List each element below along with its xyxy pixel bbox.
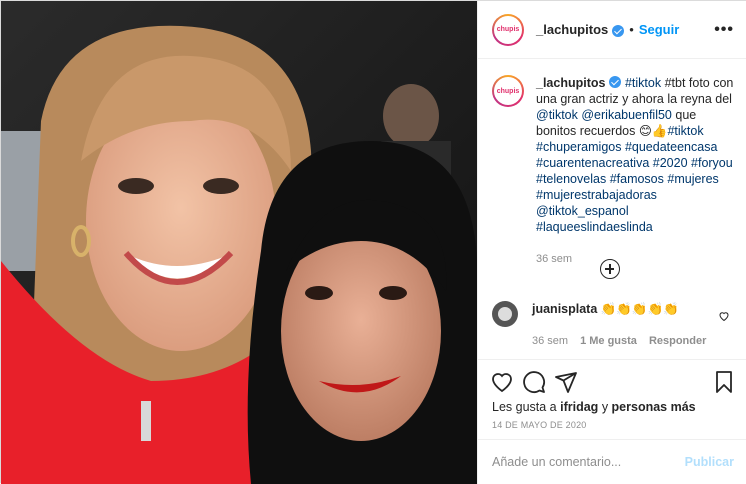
publish-button[interactable]: Publicar [685, 455, 734, 469]
hashtag[interactable]: #mujerestrabajadoras [536, 188, 657, 202]
post-details-panel: chupis _lachupitos • Seguir ••• chupis _… [477, 1, 746, 484]
comment-body: juanisplata 👏👏👏👏👏 36 sem 1 Me gusta Resp… [532, 301, 706, 349]
hashtag[interactable]: #chuperamigos [536, 140, 621, 154]
selfie-image [1, 1, 477, 484]
others-link[interactable]: personas más [612, 400, 696, 414]
comments-section: chupis _lachupitos #tiktok #tbt foto con… [478, 59, 746, 359]
verified-badge-icon [612, 24, 625, 37]
like-heart-icon[interactable] [490, 370, 514, 394]
caption-age[interactable]: 36 sem [536, 251, 736, 267]
caption-emoji: 😊👍 [638, 124, 668, 138]
comment-age[interactable]: 36 sem [532, 333, 568, 349]
post-header: chupis _lachupitos • Seguir ••• [478, 1, 746, 59]
post-photo[interactable] [1, 1, 477, 484]
commenter-avatar[interactable] [492, 301, 518, 327]
liked-by-user[interactable]: ifridag [560, 400, 598, 414]
caption-avatar-logo: chupis [494, 77, 522, 105]
post-date[interactable]: 14 DE MAYO DE 2020 [492, 420, 586, 430]
caption-username[interactable]: _lachupitos [536, 76, 605, 90]
mention[interactable]: @tiktok_espanol [536, 204, 629, 218]
comment-input[interactable] [492, 455, 685, 469]
hashtag[interactable]: #foryou [691, 156, 733, 170]
mention-tiktok[interactable]: @tiktok [536, 108, 578, 122]
instagram-post: chupis _lachupitos • Seguir ••• chupis _… [0, 0, 746, 484]
likes-summary: Les gusta a ifridag y personas más [492, 400, 696, 414]
separator-dot: • [629, 22, 634, 37]
load-more-comments-icon[interactable] [600, 259, 620, 279]
hashtag[interactable]: #tiktok [625, 76, 661, 90]
like-comment-heart-icon[interactable] [718, 310, 730, 322]
reply-button[interactable]: Responder [649, 333, 706, 349]
comment-meta: 36 sem 1 Me gusta Responder [532, 333, 706, 349]
likes-prefix: Les gusta a [492, 400, 557, 414]
hashtag[interactable]: #mujeres [667, 172, 718, 186]
commenter-username[interactable]: juanisplata [532, 302, 597, 316]
caption: chupis _lachupitos #tiktok #tbt foto con… [492, 75, 738, 267]
hashtag[interactable]: #quedateencasa [625, 140, 717, 154]
more-options-icon[interactable]: ••• [714, 21, 734, 39]
save-bookmark-icon[interactable] [712, 370, 736, 394]
comment-item: juanisplata 👏👏👏👏👏 36 sem 1 Me gusta Resp… [492, 301, 738, 349]
mention-erika[interactable]: @erikabuenfil50 [581, 108, 672, 122]
share-paper-plane-icon[interactable] [554, 370, 578, 394]
comment-likes[interactable]: 1 Me gusta [580, 333, 637, 349]
post-username[interactable]: _lachupitos [536, 22, 608, 37]
comment-bubble-icon[interactable] [522, 370, 546, 394]
follow-button[interactable]: Seguir [639, 22, 679, 37]
avatar[interactable]: chupis [492, 13, 524, 46]
caption-verified-badge-icon [609, 76, 622, 88]
comment-text: 👏👏👏👏👏 [600, 302, 679, 316]
hashtag[interactable]: #telenovelas [536, 172, 606, 186]
add-comment-bar: Publicar [478, 439, 746, 484]
likes-conj: y [601, 400, 609, 414]
hashtag[interactable]: #tiktok [667, 124, 703, 138]
hashtag[interactable]: #cuarentenacreativa [536, 156, 649, 170]
caption-text: _lachupitos #tiktok #tbt foto con una gr… [536, 75, 736, 267]
avatar-logo: chupis [494, 15, 522, 44]
hashtag[interactable]: #famosos [610, 172, 664, 186]
hashtag[interactable]: #2020 [653, 156, 688, 170]
hashtag[interactable]: #laqueeslindaeslinda [536, 220, 653, 234]
caption-avatar[interactable]: chupis [492, 75, 524, 107]
